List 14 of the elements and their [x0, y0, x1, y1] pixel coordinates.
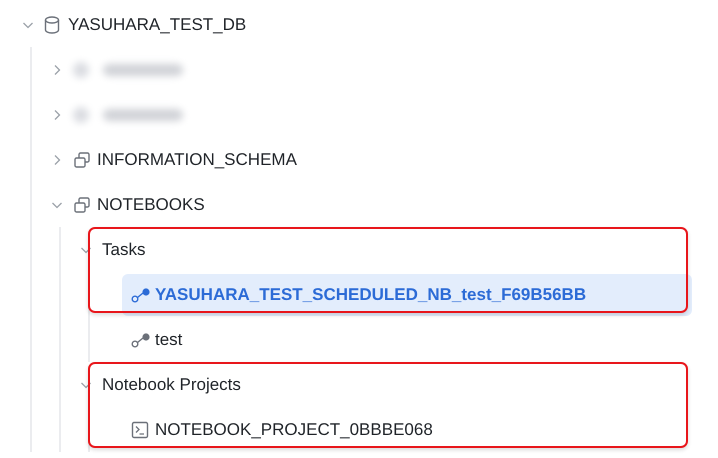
tree-item[interactable]: YASUHARA_TEST_DB: [44, 4, 692, 46]
tree-item[interactable]: NOTEBOOK_PROJECT_0BBBE068: [122, 408, 692, 450]
node-link-icon: [131, 286, 151, 302]
tree-item[interactable]: INFORMATION_SCHEMA: [64, 138, 692, 180]
tree-item[interactable]: test: [122, 318, 692, 360]
node-link-icon: [131, 332, 151, 348]
stacked-squares-icon: [73, 196, 91, 214]
tree-item[interactable]: NOTEBOOKS: [73, 184, 692, 226]
stacked-squares-icon: [73, 150, 91, 168]
terminal-icon: [131, 420, 149, 438]
tree-item[interactable]: YASUHARA_TEST_SCHEDULED_NB_test_F69B56BB: [122, 274, 692, 316]
tree-item[interactable]: Tasks: [102, 228, 692, 270]
database-icon: [44, 16, 60, 34]
tree-item[interactable]: Notebook Projects: [102, 364, 692, 406]
